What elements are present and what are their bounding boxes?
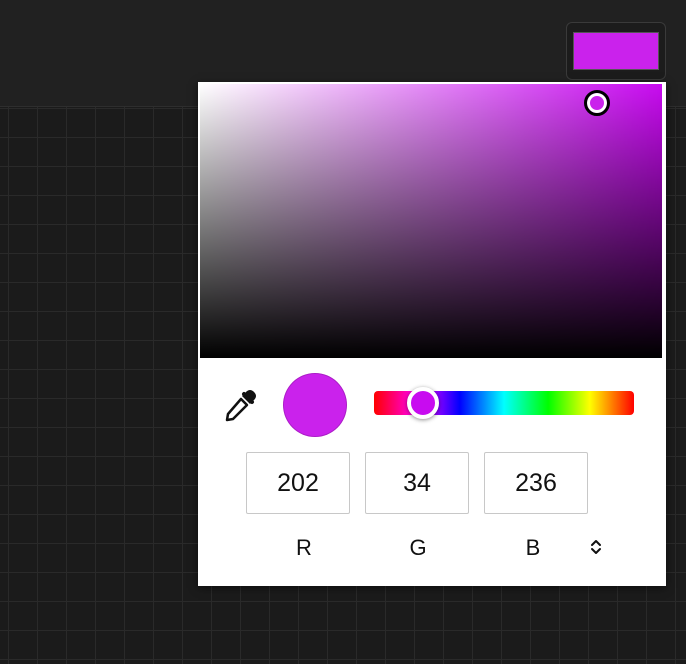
blue-label: B — [525, 535, 541, 560]
green-input[interactable] — [365, 452, 469, 514]
color-preview — [283, 373, 347, 437]
green-label: G — [409, 535, 427, 560]
red-input[interactable] — [246, 452, 350, 514]
value-gradient — [200, 84, 662, 358]
blue-input[interactable] — [484, 452, 588, 514]
hue-slider[interactable] — [374, 387, 634, 419]
color-swatch — [573, 32, 659, 70]
red-label: R — [296, 535, 312, 560]
eyedropper-icon[interactable] — [222, 388, 258, 424]
color-swatch-button[interactable] — [566, 22, 666, 80]
hue-slider-handle[interactable] — [407, 387, 440, 419]
saturation-value-area[interactable] — [200, 84, 662, 358]
color-picker-popover: R G B — [198, 82, 666, 586]
chevron-up-down-icon[interactable] — [584, 536, 608, 558]
